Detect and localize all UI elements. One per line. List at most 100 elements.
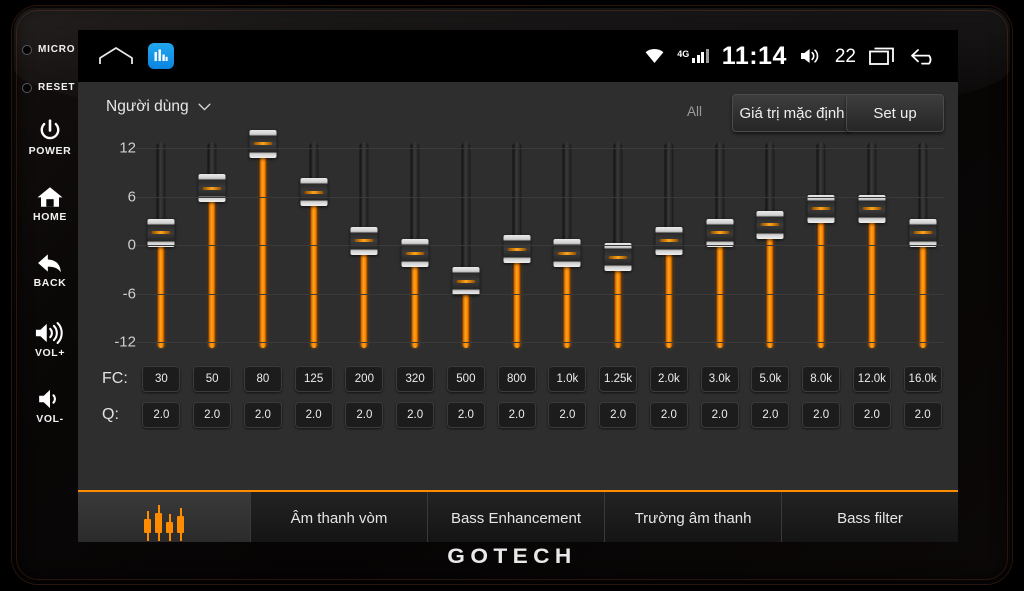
fc-value-chip[interactable]: 125 (294, 366, 333, 392)
default-values-button[interactable]: Giá trị mặc định (732, 94, 852, 132)
eq-slider-fill (310, 194, 318, 348)
eq-slider-thumb[interactable] (503, 235, 531, 264)
status-bar-right: 4G 11:14 22 (645, 41, 958, 70)
eq-slider-thumb[interactable] (604, 243, 632, 272)
tab-4[interactable]: Bass filter (782, 492, 958, 542)
fc-value-chip[interactable]: 3.0k (700, 366, 739, 392)
volume-level-label: 22 (834, 45, 856, 67)
eq-toolbar: Người dùng All Giá trị mặc định Set up (78, 82, 958, 138)
eq-slider-thumb[interactable] (756, 210, 784, 239)
chevron-down-icon (198, 103, 211, 111)
q-value-chip[interactable]: 2.0 (345, 402, 384, 428)
fc-value-chip[interactable]: 12.0k (852, 366, 891, 392)
q-value-chip[interactable]: 2.0 (903, 402, 942, 428)
profile-selector[interactable]: Người dùng (106, 98, 211, 116)
profile-label: Người dùng (106, 98, 189, 115)
eq-slider-thumb[interactable] (858, 194, 886, 223)
eq-slider-thumb[interactable] (147, 218, 175, 247)
volume-icon[interactable] (800, 47, 822, 65)
q-value-chip[interactable]: 2.0 (852, 402, 891, 428)
recents-icon[interactable] (869, 46, 897, 66)
eq-slider-fill (157, 234, 165, 348)
volume-down-button[interactable]: VOL- (12, 386, 88, 425)
q-value-chip[interactable]: 2.0 (446, 402, 485, 428)
q-value-chip[interactable]: 2.0 (396, 402, 435, 428)
power-button[interactable]: POWER (12, 118, 88, 157)
tab-3[interactable]: Trường âm thanh (605, 492, 782, 542)
side-button-panel: MICRO RESET POWER HOME BACK VOL+ VOL- (12, 34, 88, 554)
eq-slider-thumb[interactable] (807, 194, 835, 223)
q-value-chip[interactable]: 2.0 (700, 402, 739, 428)
fc-value-chip[interactable]: 30 (142, 366, 181, 392)
home-outline-icon[interactable] (98, 45, 134, 67)
fc-value-chip[interactable]: 2.0k (649, 366, 688, 392)
volume-down-icon (39, 389, 56, 409)
wifi-icon (645, 49, 664, 63)
tab-2[interactable]: Bass Enhancement (428, 492, 605, 542)
eq-slider-fill (513, 251, 521, 348)
power-label: POWER (28, 145, 72, 157)
clock-label: 11:14 (721, 41, 787, 70)
y-axis-tick: -6 (122, 285, 136, 302)
volume-up-label: VOL+ (34, 347, 66, 359)
fc-value-chip[interactable]: 8.0k (802, 366, 841, 392)
eq-slider-thumb[interactable] (401, 239, 429, 268)
screenshot-root: MICRO RESET POWER HOME BACK VOL+ VOL- 4G… (0, 0, 1024, 591)
q-value-chip[interactable]: 2.0 (649, 402, 688, 428)
eq-slider-fill (716, 234, 724, 348)
q-value-chip[interactable]: 2.0 (243, 402, 282, 428)
status-bar-left (78, 43, 174, 69)
q-chips-row: 2.0 2.0 2.0 2.0 2.0 2.0 2.0 2.0 2.0 2.0 2.0 2.0 2.0 2… (136, 402, 948, 428)
eq-slider-thumb[interactable] (452, 267, 480, 296)
eq-slider-thumb[interactable] (706, 218, 734, 247)
volume-up-button[interactable]: VOL+ (12, 320, 88, 359)
eq-slider-thumb[interactable] (909, 218, 937, 247)
tab-equalizer[interactable] (78, 492, 251, 542)
eq-slider-fill (665, 242, 673, 348)
tab-1[interactable]: Âm thanh vòm (251, 492, 428, 542)
eq-slider-fill (208, 190, 216, 348)
device-screen: 4G 11:14 22 Người dùng All Giá trị mặc đ… (78, 30, 958, 542)
equalizer-app-icon[interactable] (148, 43, 174, 69)
fc-value-chip[interactable]: 200 (345, 366, 384, 392)
eq-slider-thumb[interactable] (655, 226, 683, 255)
fc-value-chip[interactable]: 800 (497, 366, 536, 392)
fc-value-chip[interactable]: 1.0k (548, 366, 587, 392)
eq-slider-thumb[interactable] (198, 174, 226, 203)
q-value-chip[interactable]: 2.0 (142, 402, 181, 428)
q-value-chip[interactable]: 2.0 (599, 402, 638, 428)
fc-value-chip[interactable]: 80 (243, 366, 282, 392)
gridline (136, 342, 944, 343)
q-value-chip[interactable]: 2.0 (294, 402, 333, 428)
q-value-chip[interactable]: 2.0 (548, 402, 587, 428)
gridline (136, 245, 944, 246)
q-value-chip[interactable]: 2.0 (497, 402, 536, 428)
fc-value-chip[interactable]: 16.0k (903, 366, 942, 392)
fc-value-chip[interactable]: 5.0k (751, 366, 790, 392)
gridline (136, 293, 944, 295)
volume-down-label: VOL- (36, 413, 64, 425)
eq-slider-fill (614, 259, 622, 348)
fc-value-chip[interactable]: 500 (446, 366, 485, 392)
home-button[interactable]: HOME (12, 184, 88, 223)
eq-slider-thumb[interactable] (249, 129, 277, 158)
eq-slider-thumb[interactable] (350, 226, 378, 255)
all-label: All (686, 104, 702, 119)
setup-button[interactable]: Set up (846, 94, 944, 132)
eq-slider-thumb[interactable] (553, 239, 581, 268)
back-button[interactable]: BACK (12, 250, 88, 289)
y-axis-tick: 6 (127, 188, 136, 205)
q-value-chip[interactable]: 2.0 (193, 402, 232, 428)
home-icon (37, 187, 63, 207)
network-type-label: 4G (677, 49, 690, 59)
q-value-chip[interactable]: 2.0 (802, 402, 841, 428)
eq-slider-thumb[interactable] (300, 178, 328, 207)
y-axis-tick: 0 (127, 236, 136, 254)
q-value-chip[interactable]: 2.0 (751, 402, 790, 428)
fc-value-chip[interactable]: 1.25k (599, 366, 638, 392)
fc-value-chip[interactable]: 50 (193, 366, 232, 392)
home-label: HOME (33, 211, 67, 223)
eq-slider-fill (868, 210, 876, 348)
back-arrow-icon[interactable] (910, 46, 938, 66)
fc-value-chip[interactable]: 320 (396, 366, 435, 392)
